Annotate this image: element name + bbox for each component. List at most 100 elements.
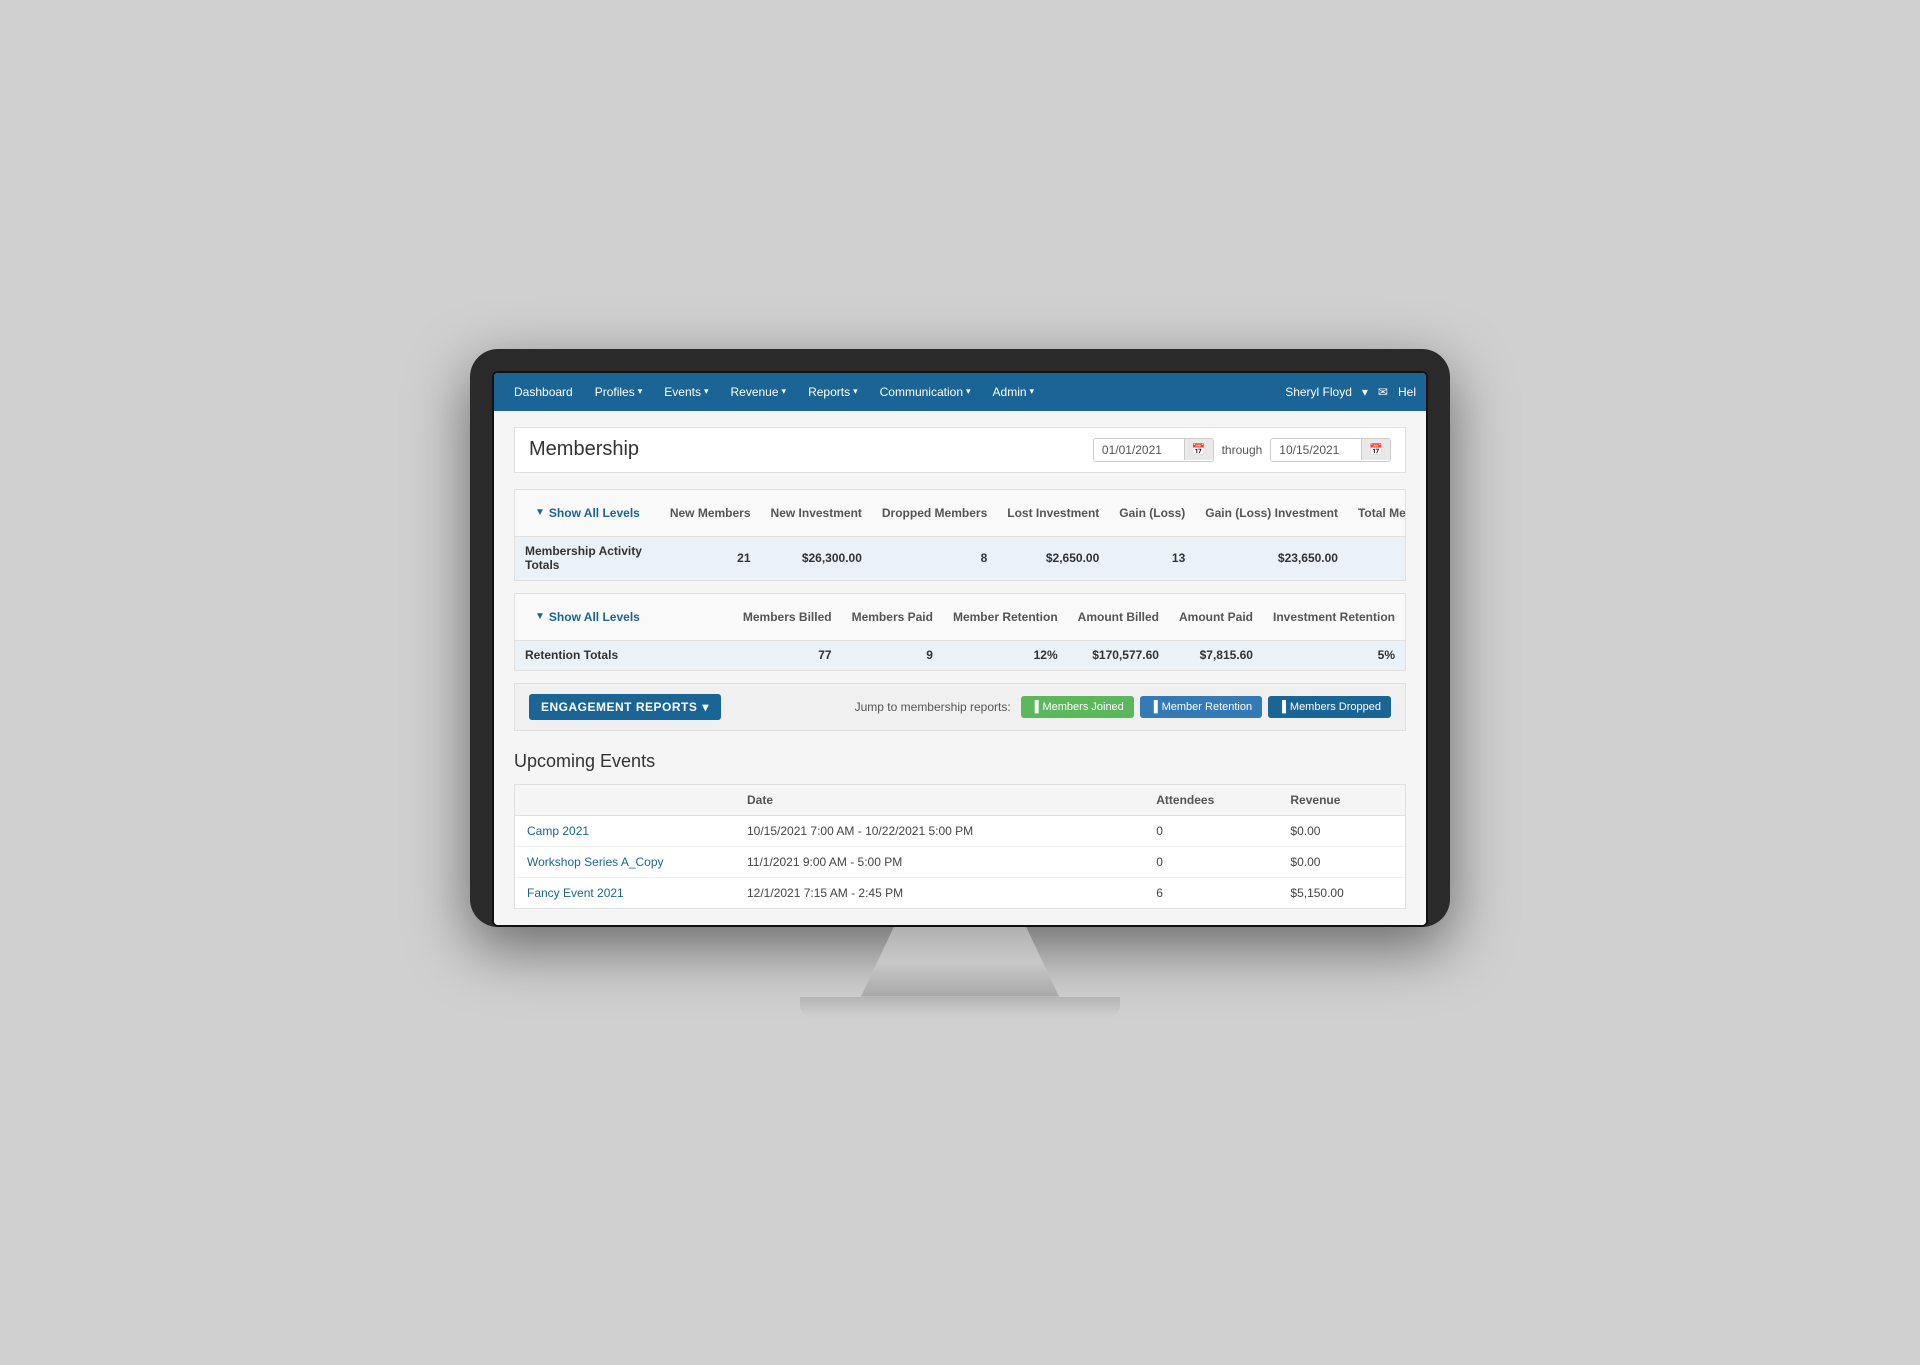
col-new-members: New Members (660, 490, 761, 537)
retention-totals-label: Retention Totals (515, 640, 733, 669)
monitor-stand (850, 927, 1070, 997)
engagement-reports-button[interactable]: ENGAGEMENT REPORTS ▾ (529, 694, 721, 720)
members-joined-button[interactable]: ▐ Members Joined (1021, 696, 1134, 718)
membership-totals-new-members: 21 (660, 536, 761, 579)
monitor-base (800, 997, 1120, 1017)
event-name-link[interactable]: Fancy Event 2021 (527, 886, 624, 900)
jump-buttons: ▐ Members Joined ▐ Member Retention ▐ Me… (1021, 696, 1391, 718)
through-text: through (1222, 443, 1263, 457)
col-lost-investment: Lost Investment (997, 490, 1109, 537)
membership-totals-lost-investment: $2,650.00 (997, 536, 1109, 579)
upcoming-events-title: Upcoming Events (514, 751, 1406, 772)
chevron-down-icon-1: ▼ (535, 507, 545, 518)
event-row: Camp 2021 10/15/2021 7:00 AM - 10/22/202… (515, 815, 1405, 846)
col-members-billed: Members Billed (733, 594, 842, 641)
nav-revenue[interactable]: Revenue ▾ (720, 377, 796, 407)
retention-totals-members-billed: 77 (733, 640, 842, 669)
date-to-calendar-button[interactable]: 📅 (1361, 439, 1390, 460)
events-col-date: Date (735, 785, 1144, 816)
user-name[interactable]: Sheryl Floyd (1285, 385, 1352, 399)
col-gain-loss-investment: Gain (Loss) Investment (1195, 490, 1348, 537)
event-attendees: 0 (1144, 846, 1278, 877)
col-gain-loss: Gain (Loss) (1109, 490, 1195, 537)
membership-activity-table-container: ▼ Show All Levels New Members New Invest… (515, 490, 1405, 580)
retention-totals-members-paid: 9 (842, 640, 943, 669)
members-dropped-button[interactable]: ▐ Members Dropped (1268, 696, 1391, 718)
bar-chart-icon-2: ▐ (1150, 701, 1158, 713)
event-date: 12/1/2021 7:15 AM - 2:45 PM (735, 877, 1144, 908)
event-date: 11/1/2021 9:00 AM - 5:00 PM (735, 846, 1144, 877)
events-chevron-icon: ▾ (704, 386, 709, 397)
event-revenue: $0.00 (1278, 846, 1405, 877)
col-member-retention: Member Retention (943, 594, 1068, 641)
help-label[interactable]: Hel (1398, 385, 1416, 399)
membership-totals-new-investment: $26,300.00 (761, 536, 872, 579)
engagement-chevron-icon: ▾ (702, 700, 709, 714)
nav-events[interactable]: Events ▾ (654, 377, 718, 407)
col-total-members: Total Members (1348, 490, 1405, 537)
retention-totals-investment-retention: 5% (1263, 640, 1405, 669)
nav-left: Dashboard Profiles ▾ Events ▾ Revenue ▾ (504, 377, 1044, 407)
membership-totals-total-members: 513 (1348, 536, 1405, 579)
message-icon[interactable]: ✉ (1378, 385, 1388, 399)
date-from-wrapper: 📅 (1093, 438, 1214, 462)
event-name-link[interactable]: Camp 2021 (527, 824, 589, 838)
events-col-revenue: Revenue (1278, 785, 1405, 816)
date-to-input[interactable] (1271, 439, 1361, 461)
revenue-chevron-icon: ▾ (782, 386, 787, 397)
nav-admin[interactable]: Admin ▾ (983, 377, 1045, 407)
nav-dashboard[interactable]: Dashboard (504, 377, 583, 407)
page-header: Membership 📅 through 📅 (514, 427, 1406, 473)
event-attendees: 6 (1144, 877, 1278, 908)
engagement-bar: ENGAGEMENT REPORTS ▾ Jump to membership … (514, 683, 1406, 731)
membership-totals-row: Membership Activity Totals 21 $26,300.00… (515, 536, 1405, 579)
main-content: Membership 📅 through 📅 (494, 411, 1426, 925)
show-all-levels-btn-2[interactable]: ▼ Show All Levels (525, 602, 723, 632)
page-title: Membership (529, 438, 639, 461)
event-row: Fancy Event 2021 12/1/2021 7:15 AM - 2:4… (515, 877, 1405, 908)
retention-totals-member-retention: 12% (943, 640, 1068, 669)
date-from-input[interactable] (1094, 439, 1184, 461)
retention-table: ▼ Show All Levels Members Billed Members… (515, 594, 1405, 670)
bar-chart-icon-3: ▐ (1278, 701, 1286, 713)
col-new-investment: New Investment (761, 490, 872, 537)
chevron-down-icon-2: ▼ (535, 611, 545, 622)
bar-chart-icon-1: ▐ (1031, 701, 1039, 713)
col-dropped-members: Dropped Members (872, 490, 997, 537)
retention-totals-amount-billed: $170,577.60 (1068, 640, 1169, 669)
events-col-name (515, 785, 735, 816)
event-attendees: 0 (1144, 815, 1278, 846)
nav-chevron-user-icon: ▾ (1362, 385, 1368, 399)
nav-reports[interactable]: Reports ▾ (798, 377, 868, 407)
event-date: 10/15/2021 7:00 AM - 10/22/2021 5:00 PM (735, 815, 1144, 846)
event-row: Workshop Series A_Copy 11/1/2021 9:00 AM… (515, 846, 1405, 877)
member-retention-button[interactable]: ▐ Member Retention (1140, 696, 1262, 718)
upcoming-events-section: Upcoming Events Date Attendees Revenue (514, 751, 1406, 909)
nav-profiles[interactable]: Profiles ▾ (585, 377, 653, 407)
jump-label: Jump to membership reports: (855, 700, 1011, 714)
admin-chevron-icon: ▾ (1030, 386, 1035, 397)
col-amount-paid: Amount Paid (1169, 594, 1263, 641)
retention-section: ▼ Show All Levels Members Billed Members… (514, 593, 1406, 671)
retention-totals-amount-paid: $7,815.60 (1169, 640, 1263, 669)
event-name-link[interactable]: Workshop Series A_Copy (527, 855, 664, 869)
membership-totals-gain-loss: 13 (1109, 536, 1195, 579)
reports-chevron-icon: ▾ (853, 386, 858, 397)
nav-communication[interactable]: Communication ▾ (870, 377, 981, 407)
events-table: Date Attendees Revenue Camp 2021 10/15/2… (515, 785, 1405, 908)
membership-totals-label: Membership Activity Totals (515, 536, 660, 579)
date-from-calendar-button[interactable]: 📅 (1184, 439, 1213, 460)
col-members-paid: Members Paid (842, 594, 943, 641)
membership-totals-gain-loss-investment: $23,650.00 (1195, 536, 1348, 579)
membership-activity-section: ▼ Show All Levels New Members New Invest… (514, 489, 1406, 581)
communication-chevron-icon: ▾ (966, 386, 971, 397)
date-to-wrapper: 📅 (1270, 438, 1391, 462)
event-revenue: $0.00 (1278, 815, 1405, 846)
navbar: Dashboard Profiles ▾ Events ▾ Revenue ▾ (494, 373, 1426, 411)
col-investment-retention: Investment Retention (1263, 594, 1405, 641)
membership-totals-dropped-members: 8 (872, 536, 997, 579)
events-col-attendees: Attendees (1144, 785, 1278, 816)
col-amount-billed: Amount Billed (1068, 594, 1169, 641)
show-all-levels-btn-1[interactable]: ▼ Show All Levels (525, 498, 650, 528)
event-revenue: $5,150.00 (1278, 877, 1405, 908)
